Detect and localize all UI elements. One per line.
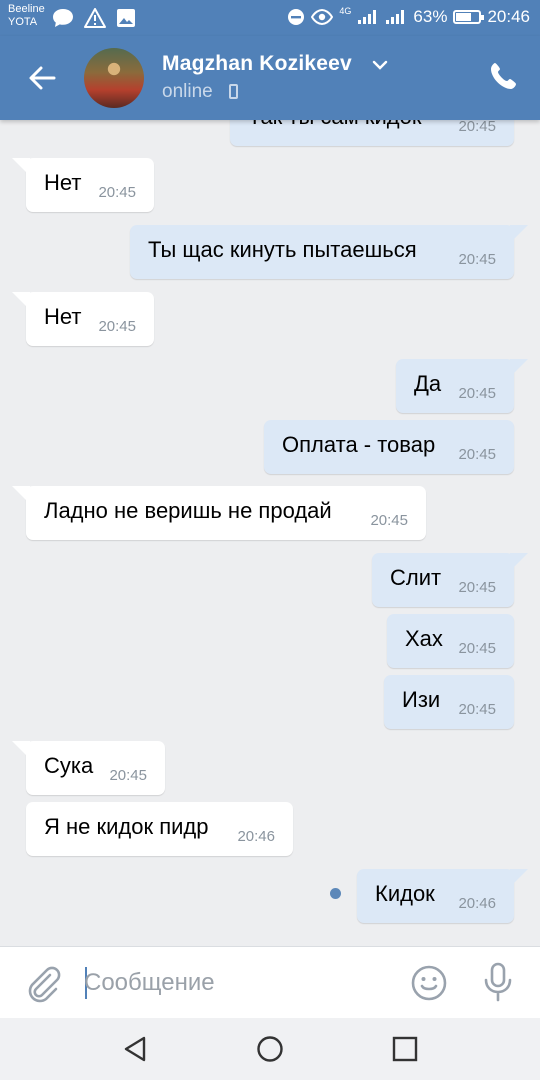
bubble-tail	[12, 741, 30, 759]
do-not-disturb-icon	[288, 9, 305, 25]
message-bubble-incoming[interactable]: Сука 20:45	[12, 741, 165, 795]
eye-icon	[311, 9, 334, 25]
message-time: 20:45	[458, 446, 496, 463]
message-bubble-incoming[interactable]: Я не кидок пидр 20:46	[26, 802, 293, 856]
battery-icon	[453, 10, 485, 24]
system-navigation-bar	[0, 1018, 540, 1080]
chat-notification-icon	[53, 9, 73, 27]
unread-indicator	[330, 888, 341, 899]
bubble-tail	[510, 869, 528, 887]
battery-percent: 63%	[413, 7, 448, 26]
chevron-down-icon[interactable]	[372, 58, 388, 72]
image-icon	[117, 9, 135, 27]
message-list[interactable]: Так ты сам кидок 20:45 Нет 20:45 Ты щас …	[0, 120, 540, 946]
message-text: Да	[414, 371, 442, 396]
bubble-tail	[12, 292, 30, 310]
network-type: 4G	[339, 6, 352, 16]
message-text: Нет	[44, 170, 82, 195]
recents-square-icon[interactable]	[390, 1034, 420, 1064]
message-text: Изи	[402, 687, 441, 712]
message-time: 20:45	[458, 120, 496, 135]
message-time: 20:45	[458, 579, 496, 596]
message-text: Слит	[390, 565, 442, 590]
message-bubble-outgoing[interactable]: Хах 20:45	[387, 614, 514, 668]
message-text: Нет	[44, 304, 82, 329]
message-bubble-outgoing[interactable]: Слит 20:45	[372, 553, 528, 607]
avatar[interactable]	[84, 48, 144, 108]
message-text: Я не кидок пидр	[44, 814, 209, 839]
status-bar-right: 4G 63% 20:46	[287, 6, 530, 27]
microphone-icon[interactable]	[480, 961, 516, 1003]
message-bubble-incoming[interactable]: Нет 20:45	[12, 158, 154, 212]
message-bubble-outgoing[interactable]: Оплата - товар 20:45	[264, 420, 514, 474]
message-time: 20:46	[237, 828, 275, 845]
mobile-device-icon	[229, 84, 238, 99]
bubble-tail	[12, 158, 30, 176]
message-bubble-outgoing[interactable]: Кидок 20:46	[357, 869, 528, 923]
emoji-icon[interactable]	[410, 964, 448, 1002]
home-circle-icon[interactable]	[255, 1034, 285, 1064]
message-text: Так ты сам кидок	[248, 120, 422, 130]
carrier-label: Beeline YOTA	[8, 3, 45, 29]
paperclip-icon[interactable]	[22, 963, 62, 1003]
message-bubble-incoming[interactable]: Нет 20:45	[12, 292, 154, 346]
phone-icon[interactable]	[488, 60, 520, 92]
message-bubble-outgoing[interactable]: Так ты сам кидок 20:45	[230, 120, 514, 146]
carrier-line-1: Beeline	[8, 3, 45, 15]
message-time: 20:45	[458, 640, 496, 657]
message-time: 20:45	[458, 385, 496, 402]
message-text: Сука	[44, 753, 94, 778]
status-time: 20:46	[487, 7, 530, 26]
message-text: Оплата - товар	[282, 432, 436, 457]
contact-name[interactable]: Magzhan Kozikeev	[162, 52, 352, 76]
message-bubble-outgoing[interactable]: Изи 20:45	[384, 675, 514, 729]
message-text: Хах	[405, 626, 443, 651]
message-time: 20:45	[98, 318, 136, 335]
status-bar: Beeline YOTA 4G 63% 20:46	[0, 0, 540, 36]
message-composer	[0, 946, 540, 1018]
signal-icon	[358, 10, 377, 24]
back-arrow-icon[interactable]	[24, 60, 60, 96]
message-bubble-outgoing[interactable]: Да 20:45	[396, 359, 528, 413]
chat-header: Magzhan Kozikeev online	[0, 36, 540, 120]
carrier-line-2: YOTA	[8, 16, 38, 28]
message-time: 20:45	[458, 701, 496, 718]
message-time: 20:45	[109, 767, 147, 784]
message-bubble-outgoing[interactable]: Ты щас кинуть пытаешься 20:45	[130, 225, 528, 279]
message-time: 20:45	[458, 251, 496, 268]
bubble-tail	[510, 225, 528, 243]
message-time: 20:45	[98, 184, 136, 201]
message-time: 20:46	[458, 895, 496, 912]
bubble-tail	[510, 553, 528, 571]
message-input[interactable]	[84, 965, 384, 1001]
bubble-tail	[510, 359, 528, 377]
contact-status: online	[162, 81, 213, 102]
message-text: Ладно не веришь не продай	[44, 498, 332, 523]
back-triangle-icon[interactable]	[120, 1034, 150, 1064]
message-time: 20:45	[370, 512, 408, 529]
message-text: Ты щас кинуть пытаешься	[148, 237, 417, 262]
message-text: Кидок	[375, 881, 435, 906]
message-bubble-incoming[interactable]: Ладно не веришь не продай 20:45	[12, 486, 426, 540]
bubble-tail	[12, 486, 30, 504]
signal-icon-2	[386, 10, 405, 24]
warning-icon	[84, 8, 106, 28]
